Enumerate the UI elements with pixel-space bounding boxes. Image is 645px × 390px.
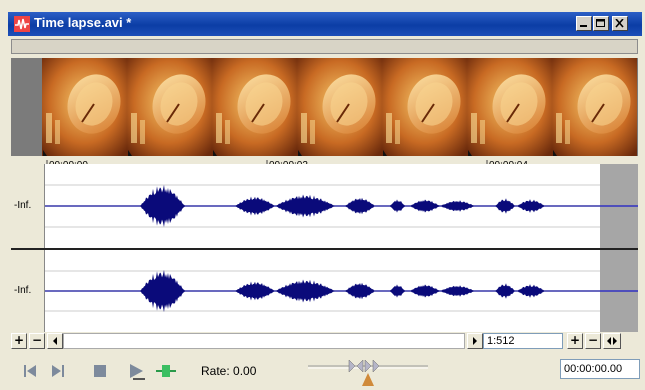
play-looped-button[interactable] xyxy=(155,362,177,380)
audio-track-right[interactable]: -Inf. xyxy=(11,250,638,332)
maximize-icon xyxy=(596,19,605,27)
video-frame xyxy=(212,58,297,156)
level-label: -Inf. xyxy=(14,285,32,296)
zoom-in-button[interactable]: + xyxy=(567,333,583,349)
zoom-out-vertical-button[interactable]: − xyxy=(29,333,45,349)
video-thumbnail-strip[interactable] xyxy=(11,58,638,156)
maximize-button[interactable] xyxy=(593,16,609,31)
time-display[interactable]: 00:00:00.00 xyxy=(560,359,640,379)
horizontal-scrollbar-track[interactable] xyxy=(63,333,465,349)
stop-button[interactable] xyxy=(91,362,109,380)
audio-track-left[interactable]: -Inf. xyxy=(11,164,638,248)
zoom-out-button[interactable]: − xyxy=(585,333,601,349)
audio-file-icon xyxy=(14,16,30,32)
rate-slider[interactable] xyxy=(308,358,428,386)
go-to-start-icon xyxy=(24,365,36,377)
video-frame xyxy=(42,58,127,156)
play-button[interactable] xyxy=(127,362,145,380)
rate-slider-graphic xyxy=(308,359,428,386)
level-label: -Inf. xyxy=(14,200,32,211)
minimize-icon xyxy=(580,25,587,27)
window-title: Time lapse.avi * xyxy=(34,15,132,30)
scroll-left-icon xyxy=(53,337,57,345)
rate-slider-thumb[interactable] xyxy=(362,373,374,386)
go-to-end-button[interactable] xyxy=(49,362,67,380)
play-looped-icon xyxy=(156,365,176,377)
minimize-button[interactable] xyxy=(576,16,592,31)
zoom-in-vertical-button[interactable]: + xyxy=(11,333,27,349)
video-frame xyxy=(127,58,212,156)
go-to-start-button[interactable] xyxy=(21,362,39,380)
waveform[interactable] xyxy=(45,250,638,332)
video-frame xyxy=(467,58,552,156)
zoom-ratio-field[interactable]: 1:512 xyxy=(483,333,563,349)
scroll-right-icon xyxy=(473,337,477,345)
transport-bar: Rate: 0.00 00:00:00.00 xyxy=(11,354,640,386)
track-level-gutter: -Inf. xyxy=(11,164,45,248)
data-window-panel: 00:00:00 00:00:02 00:00:04 -Inf. -Inf. xyxy=(8,36,642,389)
title-bar[interactable]: Time lapse.avi * xyxy=(8,12,642,36)
play-icon xyxy=(130,364,145,380)
scroll-right-button[interactable] xyxy=(467,333,483,349)
close-icon xyxy=(615,19,624,28)
zoom-normal-icon xyxy=(607,337,617,345)
horizontal-scroll-row: + − 1:512 + − xyxy=(11,332,638,350)
video-frame xyxy=(552,58,637,156)
go-to-end-icon xyxy=(52,365,64,377)
video-frames xyxy=(11,58,637,156)
close-button[interactable] xyxy=(612,16,628,31)
video-frame xyxy=(297,58,382,156)
overview-bar[interactable] xyxy=(11,39,638,54)
video-frame xyxy=(382,58,467,156)
waveform[interactable] xyxy=(45,164,638,248)
stop-icon xyxy=(94,365,106,377)
zoom-normal-button[interactable] xyxy=(603,333,621,349)
rate-label: Rate: 0.00 xyxy=(201,364,257,378)
track-level-gutter: -Inf. xyxy=(11,250,45,332)
scroll-left-button[interactable] xyxy=(47,333,63,349)
